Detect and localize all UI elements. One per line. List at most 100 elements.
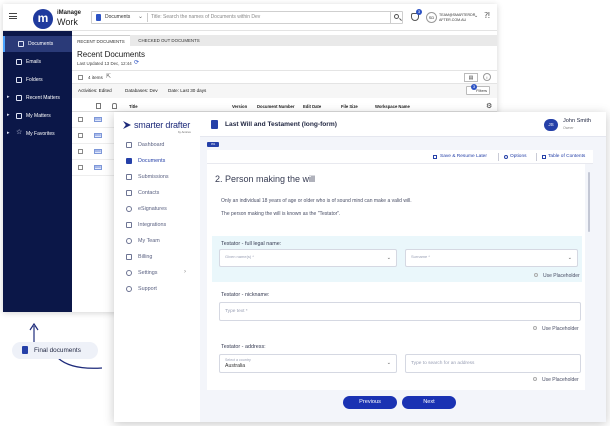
placeholder-toggle-icon[interactable] (534, 273, 538, 277)
sidebar-item-label: Emails (26, 59, 42, 65)
placeholder-toggle-icon[interactable] (533, 377, 537, 381)
expand-arrow-icon[interactable]: ▸ (7, 112, 10, 118)
hamburger-menu-icon[interactable] (9, 13, 17, 19)
use-placeholder-toggle[interactable]: Use Placeholder (543, 273, 580, 279)
use-placeholder-toggle[interactable]: Use Placeholder (542, 377, 579, 383)
chevron-down-icon: ⌄ (567, 255, 572, 261)
imanage-brand-top: iManage (57, 10, 82, 16)
save-resume-button[interactable]: Save & Resume Later (440, 154, 487, 159)
sidebar-item-emails[interactable]: Emails (3, 54, 72, 70)
column-header-version[interactable]: Version (232, 104, 247, 109)
table-of-contents-button[interactable]: Table of Contents (548, 154, 585, 159)
drafter-header: Last Will and Testament (long-form) JS J… (200, 112, 606, 137)
nav-item-documents[interactable]: Documents (114, 156, 200, 168)
search-icon (394, 14, 399, 19)
final-documents-annotation: Final documents (12, 342, 98, 359)
sidebar-item-label: Recent Matters (26, 95, 60, 101)
refresh-icon[interactable]: ⟳ (134, 59, 139, 66)
tab-recent-documents[interactable]: RECENT DOCUMENTS (72, 35, 130, 46)
document-icon (96, 14, 101, 21)
nav-item-support[interactable]: Support (114, 284, 200, 296)
word-document-icon: DOC (94, 149, 102, 154)
filter-chip-activities[interactable]: Activities: Edited (78, 87, 112, 95)
question-label-nickname: Testator - nickname: (221, 292, 270, 298)
scrollbar[interactable] (588, 172, 590, 232)
nav-label: My Team (138, 238, 160, 244)
search-scope-select[interactable]: Documents (105, 14, 130, 20)
next-button[interactable]: Next (402, 396, 456, 409)
avatar[interactable]: JS (544, 119, 558, 131)
submissions-icon (126, 174, 132, 180)
nav-item-integrations[interactable]: Integrations (114, 220, 200, 232)
address-search-input[interactable]: Type to search for an address (405, 354, 581, 373)
column-header-document-number[interactable]: Document Number (257, 104, 294, 109)
nav-label: Billing (138, 254, 153, 260)
row-checkbox[interactable] (78, 149, 83, 154)
smarter-drafter-logo: smarter drafter (134, 120, 191, 130)
search-button[interactable] (390, 12, 402, 23)
drafter-content: Last Will and Testament (long-form) JS J… (200, 112, 606, 422)
progress-indicator: 0% (207, 142, 219, 147)
lock-column-icon (112, 103, 117, 109)
nav-label: Integrations (138, 222, 167, 228)
gear-icon[interactable]: ⚙ (486, 102, 492, 110)
nav-item-billing[interactable]: Billing (114, 252, 200, 264)
user-menu-chevron-icon[interactable]: ⌄ (474, 13, 478, 19)
row-checkbox[interactable] (78, 165, 83, 170)
document-icon (18, 41, 24, 47)
sidebar-item-recent-matters[interactable]: ▸ Recent Matters (3, 90, 72, 106)
nav-item-contacts[interactable]: Contacts (114, 188, 200, 200)
sidebar-item-documents[interactable]: Documents (3, 36, 72, 52)
filters-button[interactable]: Filters (466, 86, 490, 95)
export-icon[interactable]: ⇱ (106, 73, 111, 80)
imanage-topbar: m iManage Work Documents ⌄ Title: Search… (3, 4, 497, 31)
nav-label: Documents (138, 158, 166, 164)
form-toolbar: Save & Resume Later Options Table of Con… (207, 150, 593, 164)
view-toggle-icon[interactable]: ▤ (464, 73, 478, 82)
chevron-down-icon[interactable]: ⌄ (138, 13, 143, 20)
chevron-right-icon[interactable]: › (184, 269, 186, 275)
search-input[interactable]: Title: Search the names of Documents wit… (151, 14, 260, 20)
list-icon (542, 155, 546, 159)
star-icon: ☆ (16, 129, 23, 136)
sidebar-item-my-matters[interactable]: ▸ My Matters (3, 108, 72, 124)
filter-chip-databases[interactable]: Databases: Dev (125, 87, 158, 95)
sidebar-item-my-favorites[interactable]: ▸ ☆ My Favorites (3, 126, 72, 142)
expand-arrow-icon[interactable]: ▸ (7, 94, 10, 100)
nav-item-esignatures[interactable]: eSignatures (114, 204, 200, 216)
select-all-checkbox[interactable] (78, 75, 83, 80)
page-title: Recent Documents (77, 50, 146, 59)
filter-chip-date[interactable]: Date: Last 30 days (168, 87, 206, 95)
tab-checked-out-documents[interactable]: CHECKED OUT DOCUMENTS (132, 35, 206, 46)
row-checkbox[interactable] (78, 133, 83, 138)
info-icon[interactable]: i (483, 73, 491, 81)
expand-arrow-icon[interactable]: ▸ (7, 130, 10, 136)
nav-item-my-team[interactable]: My Team (114, 236, 200, 248)
column-header-edit-date[interactable]: Edit Date (303, 104, 321, 109)
use-placeholder-toggle[interactable]: Use Placeholder (542, 326, 579, 332)
drafter-sidebar: smarter drafter by Amicus Dashboard Docu… (114, 112, 200, 422)
column-header-workspace-name[interactable]: Workspace Name (375, 104, 410, 109)
given-names-input[interactable]: Given name(s) * ⌄ (219, 249, 397, 267)
previous-button[interactable]: Previous (343, 396, 397, 409)
nickname-input[interactable]: Type text * (219, 302, 581, 321)
options-button[interactable]: Options (510, 154, 527, 159)
imanage-search-bar[interactable]: Documents ⌄ Title: Search the names of D… (91, 11, 403, 24)
country-select[interactable]: Select a country Australia ⌄ (219, 354, 397, 373)
nav-item-submissions[interactable]: Submissions (114, 172, 200, 184)
tab-bar: RECENT DOCUMENTS CHECKED OUT DOCUMENTS (72, 35, 497, 46)
avatar[interactable]: SD (426, 12, 437, 23)
row-checkbox[interactable] (78, 117, 83, 122)
column-header-file-size[interactable]: File Size (341, 104, 358, 109)
chevron-down-icon: ⌄ (386, 360, 391, 366)
placeholder-toggle-icon[interactable] (533, 326, 537, 330)
folder-icon (16, 77, 22, 83)
sidebar-item-folders[interactable]: Folders (3, 72, 72, 88)
surname-input[interactable]: Surname * ⌄ (405, 249, 578, 267)
nav-item-dashboard[interactable]: Dashboard (114, 140, 200, 152)
help-icon[interactable]: ⁈ (484, 11, 490, 20)
active-filters-row: Activities: Edited Databases: Dev Date: … (72, 84, 497, 98)
user-name[interactable]: John Smith (563, 118, 591, 124)
nav-item-settings[interactable]: Settings › (114, 268, 200, 280)
column-header-title[interactable]: Title (129, 104, 138, 109)
